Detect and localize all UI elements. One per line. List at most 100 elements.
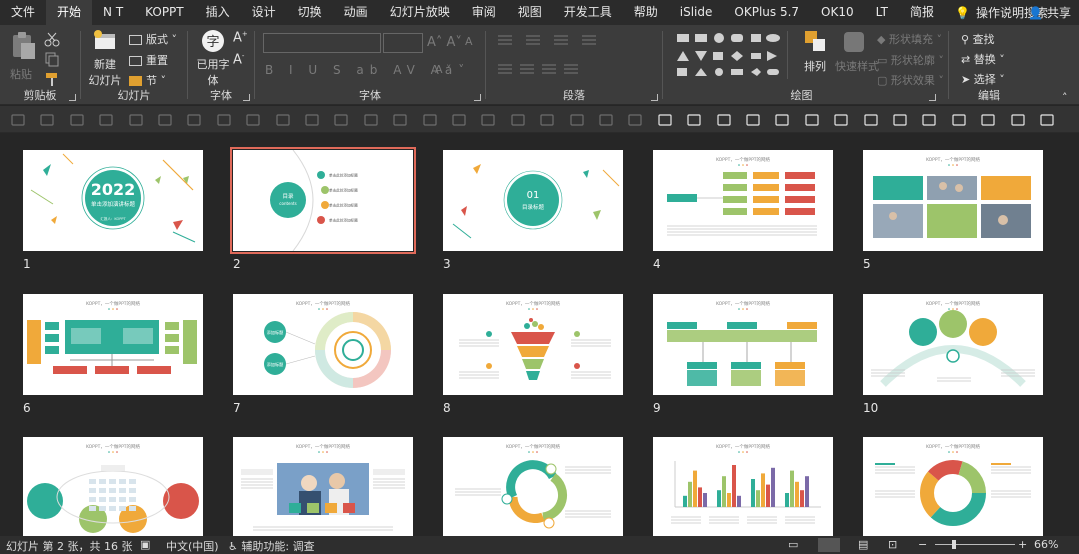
slide-thumbnail-5[interactable]: KOPPT，一个做PPT的网络 <box>863 150 1043 251</box>
font-color-icon[interactable] <box>128 112 144 128</box>
slide-thumbnail-7[interactable]: KOPPT，一个做PPT的网络 添加标题 添加标题 <box>233 294 413 395</box>
table-icon[interactable] <box>451 112 467 128</box>
tab-17[interactable]: 简报 <box>899 0 945 25</box>
shape-effects-button[interactable]: ▢ 形状效果 ˅ <box>877 72 944 88</box>
slide-thumbnail-8[interactable]: KOPPT，一个做PPT的网络 <box>443 294 623 395</box>
grow-font-icon[interactable]: A˄ A˅ <box>427 35 462 50</box>
collapse-ribbon-icon[interactable]: ˄ <box>1062 91 1068 104</box>
shape-fill-button[interactable]: ◆ 形状填充 ˅ <box>877 31 942 47</box>
font-increase-icon[interactable]: A+ <box>233 30 248 45</box>
shape-gallery-scroll[interactable] <box>787 31 797 79</box>
brush-icon[interactable] <box>686 112 702 128</box>
tab-9[interactable]: 审阅 <box>461 0 507 25</box>
zoom-slider-thumb[interactable] <box>952 540 956 549</box>
reset-button[interactable]: 重置 <box>129 52 168 68</box>
cut-icon[interactable] <box>598 112 614 128</box>
clear-format-icon[interactable]: A <box>465 35 473 48</box>
slide-thumbnail-3[interactable]: 01 目录标题 <box>443 150 623 251</box>
quick-styles-button[interactable]: 快速样式 <box>835 29 879 74</box>
arrange-button[interactable]: 排列 <box>799 29 831 74</box>
used-fonts-button[interactable]: 字 已用字 体 <box>196 29 230 88</box>
tab-14[interactable]: OKPlus 5.7 <box>723 0 810 25</box>
slide-sorter-view-icon[interactable] <box>818 538 840 552</box>
tab-7[interactable]: 动画 <box>333 0 379 25</box>
shape-gallery[interactable] <box>673 31 785 79</box>
select-icon[interactable] <box>951 112 967 128</box>
notes-icon[interactable]: ▣ <box>140 538 150 551</box>
clipboard-launcher[interactable] <box>69 94 76 101</box>
text-a-icon[interactable] <box>657 112 673 128</box>
shape-icon[interactable] <box>921 112 937 128</box>
slide-thumbnail-13[interactable]: KOPPT，一个做PPT的网络 <box>443 437 623 536</box>
accessibility-status[interactable]: ♿ 辅助功能: 调查 <box>228 538 315 554</box>
bird-icon[interactable] <box>1010 112 1026 128</box>
new-slide-button[interactable]: 新建 幻灯片 <box>85 29 125 88</box>
tab-10[interactable]: 视图 <box>507 0 553 25</box>
shape-outline-button[interactable]: ▭ 形状轮廓 ˅ <box>877 52 944 68</box>
align-icon[interactable] <box>10 112 26 128</box>
slide-thumbnail-10[interactable]: KOPPT，一个做PPT的网络 <box>863 294 1043 395</box>
slide-thumbnail-12[interactable]: KOPPT，一个做PPT的网络 <box>233 437 413 536</box>
tab-16[interactable]: LT <box>865 0 899 25</box>
chart-icon[interactable] <box>422 112 438 128</box>
tab-5[interactable]: 设计 <box>241 0 287 25</box>
select-button[interactable]: ➤ 选择 ˅ <box>961 71 1005 87</box>
eraser-icon[interactable] <box>716 112 732 128</box>
font-name-box[interactable] <box>263 33 381 53</box>
normal-view-icon[interactable]: ▭ <box>788 538 798 551</box>
tab-11[interactable]: 开发工具 <box>553 0 623 25</box>
copy-icon[interactable] <box>44 51 60 67</box>
slide-thumbnail-14[interactable]: KOPPT，一个做PPT的网络 <box>653 437 833 536</box>
language-status[interactable]: 中文(中国) <box>166 538 219 554</box>
tab-8[interactable]: 幻灯片放映 <box>379 0 461 25</box>
zoom-out-icon[interactable]: − <box>918 538 927 551</box>
fill-icon[interactable] <box>275 112 291 128</box>
zoom-level[interactable]: 66% <box>1034 538 1058 551</box>
share-button[interactable]: 👤 共享 <box>1028 0 1071 25</box>
edit-icon[interactable] <box>363 112 379 128</box>
tab-1[interactable]: 开始 <box>46 0 93 25</box>
slide-thumbnail-2[interactable]: 目录 contents 单击此处添加标题 单击此处添加标题 单击此处添加标题 单击此处添加… <box>230 147 416 254</box>
text-box-icon[interactable] <box>98 112 114 128</box>
layer-icon[interactable] <box>745 112 761 128</box>
pen-icon[interactable] <box>392 112 408 128</box>
comment-icon[interactable] <box>804 112 820 128</box>
find-button[interactable]: ⚲ 查找 <box>961 31 995 47</box>
tab-2[interactable]: N T <box>92 0 134 25</box>
tab-0[interactable]: 文件 <box>0 0 46 25</box>
paste-button[interactable]: 粘贴 <box>10 31 38 81</box>
tab-12[interactable]: 帮助 <box>623 0 669 25</box>
link-icon[interactable] <box>510 112 526 128</box>
eyedropper-icon[interactable] <box>157 112 173 128</box>
font-group-launcher[interactable] <box>243 94 250 101</box>
slide-thumbnail-4[interactable]: KOPPT，一个做PPT的网络 <box>653 150 833 251</box>
font-size-box[interactable] <box>383 33 423 53</box>
slide-thumbnail-11[interactable]: KOPPT，一个做PPT的网络 <box>23 437 203 536</box>
slide-thumbnail-15[interactable]: KOPPT，一个做PPT的网络 <box>863 437 1043 536</box>
zoom-in-icon[interactable]: + <box>1018 538 1027 551</box>
group-icon[interactable] <box>863 112 879 128</box>
section-button[interactable]: 节 ˅ <box>129 72 166 88</box>
tab-15[interactable]: OK10 <box>810 0 865 25</box>
shapes-icon[interactable] <box>216 112 232 128</box>
hash-icon[interactable] <box>186 112 202 128</box>
square-icon[interactable] <box>980 112 996 128</box>
slide-thumbnail-9[interactable]: KOPPT，一个做PPT的网络 <box>653 294 833 395</box>
crop-icon[interactable] <box>39 112 55 128</box>
font-decrease-icon[interactable]: A- <box>233 52 244 67</box>
slideshow-icon[interactable]: ⊡ <box>888 538 897 551</box>
note-icon[interactable] <box>774 112 790 128</box>
more-icon[interactable] <box>1039 112 1055 128</box>
picture-icon[interactable] <box>833 112 849 128</box>
outline-icon[interactable] <box>333 112 349 128</box>
slide-thumbnail-6[interactable]: KOPPT，一个做PPT的网络 <box>23 294 203 395</box>
tab-6[interactable]: 切换 <box>287 0 333 25</box>
circle-icon[interactable] <box>245 112 261 128</box>
text-direction-icon[interactable] <box>69 112 85 128</box>
tab-4[interactable]: 插入 <box>195 0 241 25</box>
font-launcher[interactable] <box>474 94 481 101</box>
replace-button[interactable]: ⇄ 替换 ˅ <box>961 51 1005 67</box>
format-painter-icon[interactable] <box>44 71 60 87</box>
lock-icon[interactable] <box>569 112 585 128</box>
reading-view-icon[interactable]: ▤ <box>858 538 868 551</box>
